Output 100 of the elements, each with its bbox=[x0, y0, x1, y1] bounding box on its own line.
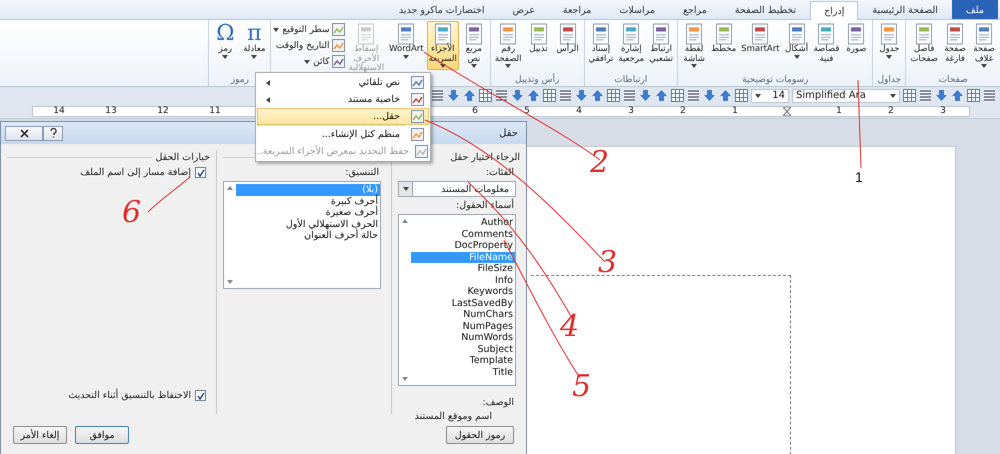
annotation-number: 2 bbox=[590, 148, 610, 178]
up-arrow-icon[interactable] bbox=[591, 89, 604, 102]
up-arrow-icon[interactable] bbox=[463, 89, 476, 102]
grid-icon[interactable] bbox=[479, 89, 492, 102]
ribbon-button[interactable]: إسناد ترافقي bbox=[586, 21, 616, 66]
picture-icon bbox=[410, 93, 424, 106]
page-icon bbox=[590, 23, 611, 45]
ribbon-button[interactable]: جدول bbox=[875, 21, 904, 60]
menu-item[interactable]: نص تلقائي bbox=[257, 74, 429, 91]
scroll-down-icon[interactable] bbox=[227, 280, 233, 284]
down-arrow-icon[interactable] bbox=[511, 89, 524, 102]
list-item[interactable]: Title bbox=[411, 366, 515, 378]
list-item[interactable]: الحرف الاستهلالي الأول bbox=[236, 218, 380, 230]
list-item[interactable]: حالة أحرف العنوان bbox=[236, 230, 380, 242]
ribbon-button[interactable]: كائن bbox=[273, 55, 346, 68]
list-item[interactable]: NumChars bbox=[411, 309, 515, 320]
list-icon[interactable] bbox=[431, 89, 444, 102]
grid-icon[interactable] bbox=[967, 89, 980, 102]
list-item[interactable]: Template bbox=[411, 355, 515, 366]
up-arrow-icon[interactable] bbox=[719, 89, 732, 102]
down-arrow-icon[interactable] bbox=[575, 89, 588, 102]
group-label: رسومات توضيحية bbox=[741, 74, 810, 86]
ribbon-tab[interactable]: إدراج bbox=[810, 1, 858, 20]
ribbon-button[interactable]: مربع نص bbox=[460, 21, 488, 70]
ribbon-tab[interactable]: عرض bbox=[498, 0, 549, 19]
list-icon[interactable] bbox=[687, 89, 700, 102]
ribbon-button[interactable]: مخطط bbox=[709, 21, 738, 56]
ribbon-button[interactable]: التاريخ والوقت bbox=[273, 39, 346, 52]
up-arrow-icon[interactable] bbox=[655, 89, 668, 102]
checkbox[interactable] bbox=[195, 167, 206, 178]
ribbon-tab[interactable]: اختصارات ماكرو جديد bbox=[384, 0, 498, 19]
menu-item[interactable]: حقل... bbox=[257, 108, 429, 125]
grid-icon[interactable] bbox=[543, 89, 556, 102]
close-icon bbox=[20, 128, 28, 138]
ribbon-tab[interactable]: مراجع bbox=[668, 0, 721, 19]
ribbon-button[interactable]: صفحة غلاف bbox=[970, 21, 998, 70]
ok-button[interactable]: موافق bbox=[75, 426, 129, 444]
grid-icon[interactable] bbox=[607, 89, 620, 102]
grid-icon[interactable] bbox=[735, 89, 748, 102]
list-item[interactable]: NumPages bbox=[411, 320, 515, 332]
ribbon-button[interactable]: رقم الصفحة bbox=[492, 21, 524, 70]
ribbon-button[interactable]: سطر التوقيع bbox=[273, 23, 346, 36]
ribbon-tab[interactable]: تخطيط الصفحة bbox=[720, 0, 810, 19]
close-button[interactable] bbox=[5, 126, 43, 140]
scroll-down-icon[interactable] bbox=[402, 377, 408, 381]
down-arrow-icon[interactable] bbox=[639, 89, 652, 102]
help-button[interactable] bbox=[43, 126, 63, 140]
ribbon-button[interactable]: صفحة فارغة bbox=[941, 21, 969, 66]
checkbox[interactable] bbox=[195, 390, 206, 401]
page-icon bbox=[879, 23, 900, 45]
ribbon-button[interactable]: قصاصة فنية bbox=[812, 21, 842, 66]
list-icon[interactable] bbox=[983, 89, 996, 102]
scroll-up-icon[interactable] bbox=[402, 219, 408, 223]
checkbox-option[interactable]: الاحتفاظ بالتنسيق أثناء التحديث bbox=[7, 390, 210, 401]
up-arrow-icon[interactable] bbox=[951, 89, 964, 102]
scroll-up-icon[interactable] bbox=[227, 186, 233, 190]
list-item[interactable]: FileSize bbox=[411, 263, 515, 274]
ribbon-button[interactable]: تذييل bbox=[524, 21, 553, 56]
menu-item[interactable]: خاصية مستند bbox=[257, 91, 429, 108]
field-codes-button[interactable]: رموز الحقول bbox=[446, 426, 514, 444]
annotation-number: 4 bbox=[560, 312, 580, 342]
grid-icon[interactable] bbox=[671, 89, 684, 102]
list-icon[interactable] bbox=[919, 89, 932, 102]
grid-icon[interactable] bbox=[903, 89, 916, 102]
list-icon[interactable] bbox=[623, 89, 636, 102]
ribbon-tab[interactable]: ملف bbox=[952, 0, 998, 19]
font-size-select[interactable]: 14 bbox=[751, 88, 789, 102]
down-arrow-icon[interactable] bbox=[703, 89, 716, 102]
indent-marker-icon[interactable] bbox=[783, 106, 791, 116]
list-item[interactable]: NumWords bbox=[411, 332, 515, 344]
down-arrow-icon[interactable] bbox=[935, 89, 948, 102]
cancel-button[interactable]: إلغاء الأمر bbox=[13, 426, 67, 444]
list-icon[interactable] bbox=[495, 89, 508, 102]
up-arrow-icon[interactable] bbox=[527, 89, 540, 102]
ribbon-button[interactable]: إشارة مرجعية bbox=[616, 21, 646, 66]
picture-icon bbox=[410, 76, 424, 89]
ribbon-button[interactable]: فاصل صفحات bbox=[908, 21, 940, 66]
ribbon-button[interactable]: SmartArt bbox=[739, 21, 782, 56]
ribbon-button[interactable]: أشكال bbox=[782, 21, 811, 60]
ribbon-tab[interactable]: مراجعة bbox=[548, 0, 606, 19]
ribbon-button[interactable]: صورة bbox=[842, 21, 870, 56]
list-icon[interactable] bbox=[559, 89, 572, 102]
ribbon-tab[interactable]: مراسلات bbox=[605, 0, 669, 19]
category-select[interactable]: معلومات المستند bbox=[398, 181, 516, 197]
ribbon-button[interactable]: لقطة شاشة bbox=[680, 21, 708, 70]
ribbon-button[interactable]: WordArt bbox=[387, 21, 426, 60]
field-label: التنسيق: bbox=[344, 167, 380, 178]
ribbon-button[interactable]: ارتباط تشعبي bbox=[647, 21, 676, 66]
list-item[interactable]: LastSavedBy bbox=[411, 298, 515, 309]
list-item[interactable]: أحرف صغيرة bbox=[236, 207, 380, 218]
menu-item[interactable]: منظم كتل الإنشاء... bbox=[257, 126, 429, 143]
checkbox-option[interactable]: إضافة مسار إلى اسم الملف bbox=[7, 167, 210, 178]
list-item[interactable]: Comments bbox=[411, 228, 515, 240]
list-item[interactable]: Keywords bbox=[411, 286, 515, 298]
list-item[interactable]: Subject bbox=[411, 344, 515, 355]
list-item[interactable]: أحرف كبيرة bbox=[236, 196, 380, 207]
ruler-number: 1 bbox=[731, 106, 739, 116]
list-item[interactable]: Info bbox=[411, 274, 515, 286]
ribbon-tab[interactable]: الصفحة الرئيسية bbox=[858, 0, 952, 19]
ribbon-button[interactable]: الرأس bbox=[554, 21, 582, 56]
